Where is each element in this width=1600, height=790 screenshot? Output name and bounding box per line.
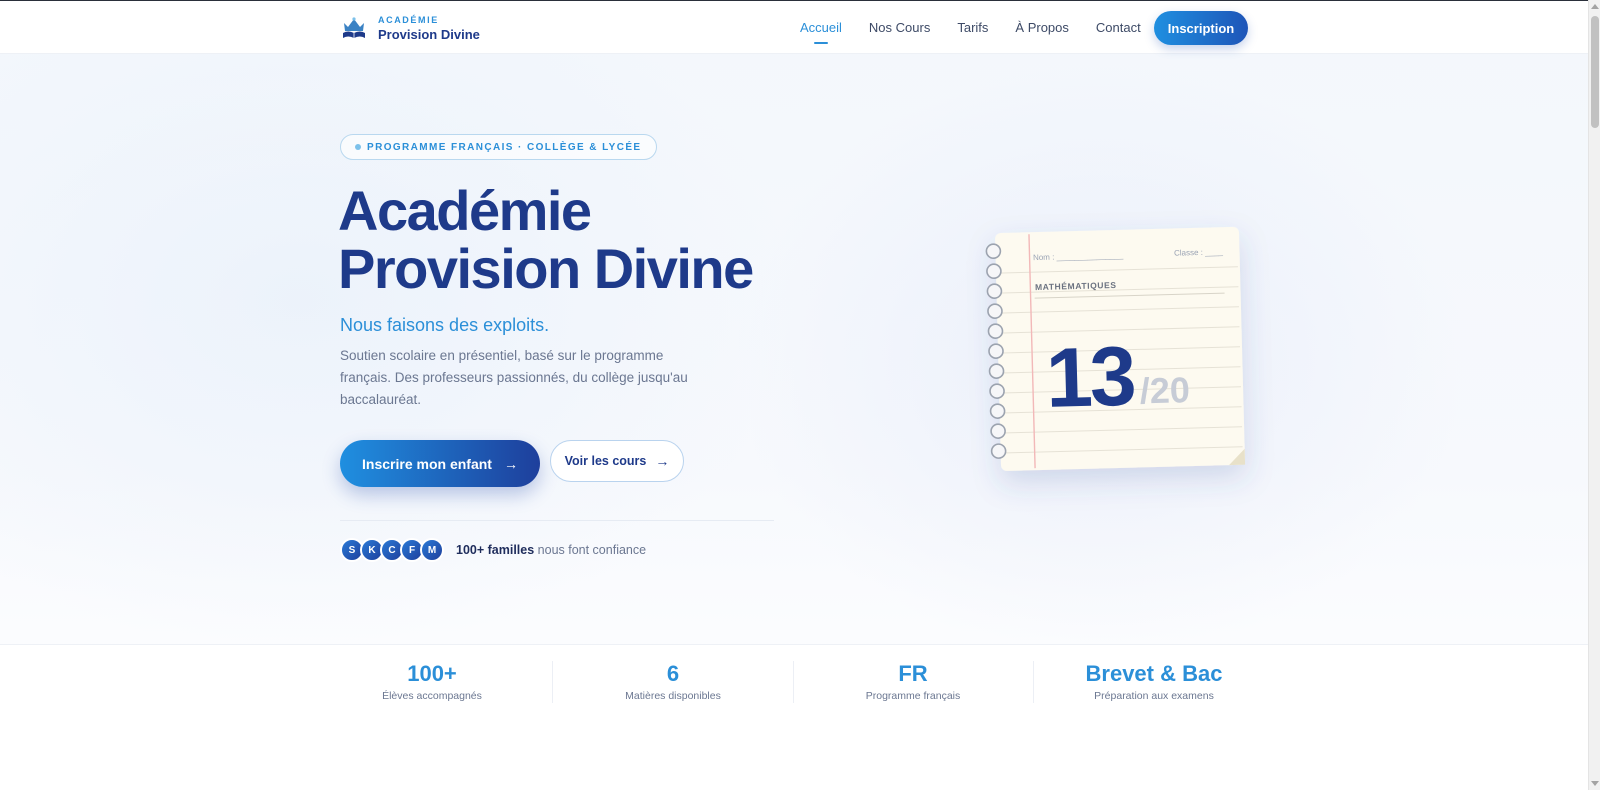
hero-title: Académie Provision Divine	[338, 182, 798, 298]
badge-text: PROGRAMME FRANÇAIS · COLLÈGE & LYCÉE	[367, 141, 642, 153]
scrollbar-thumb[interactable]	[1591, 16, 1599, 128]
inscription-button[interactable]: Inscription	[1154, 11, 1248, 45]
stat-label: Programme français	[865, 690, 961, 702]
page: ACADÉMIE Provision Divine Accueil Nos Co…	[0, 0, 1588, 790]
trust-text: 100+ familles nous font confiance	[456, 543, 646, 557]
nav-link-a-propos[interactable]: À Propos	[1015, 20, 1068, 35]
stat-value: 100+	[407, 661, 457, 686]
grade-max: /20	[1139, 369, 1191, 412]
brand[interactable]: ACADÉMIE Provision Divine	[340, 15, 480, 41]
hero-divider	[340, 520, 774, 521]
stat-label: Matières disponibles	[625, 690, 721, 702]
hero-title-line-2: Provision Divine	[338, 237, 754, 300]
stat-subjects: 6 Matières disponibles	[553, 661, 793, 702]
nav-links: Accueil Nos Cours Tarifs À Propos Contac…	[800, 1, 1168, 54]
stat-value: Brevet & Bac	[1085, 661, 1223, 686]
brand-eyebrow: ACADÉMIE	[378, 14, 439, 25]
nav-link-tarifs[interactable]: Tarifs	[957, 20, 988, 35]
notebook-grade: 13 /20	[1044, 328, 1191, 425]
stat-value: FR	[898, 661, 928, 686]
top-navbar: ACADÉMIE Provision Divine Accueil Nos Co…	[0, 1, 1588, 54]
hero-title-line-1: Académie	[338, 179, 592, 242]
nav-link-nos-cours[interactable]: Nos Cours	[869, 20, 930, 35]
nav-link-contact[interactable]: Contact	[1096, 20, 1141, 35]
arrow-right-icon: →	[655, 453, 670, 469]
scroll-up-arrow-icon[interactable]	[1591, 4, 1599, 9]
view-courses-label: Voir les cours	[564, 454, 647, 468]
vertical-scrollbar[interactable]	[1588, 0, 1600, 790]
stat-value: 6	[666, 661, 680, 686]
trust-row: S K C F M 100+ familles nous font confia…	[340, 538, 646, 562]
trust-rest: nous font confiance	[534, 543, 647, 557]
stat-program: FR Programme français	[793, 661, 1033, 702]
nav-link-accueil[interactable]: Accueil	[800, 20, 842, 35]
program-badge: PROGRAMME FRANÇAIS · COLLÈGE & LYCÉE	[340, 134, 657, 160]
hero-description: Soutien scolaire en présentiel, basé sur…	[340, 348, 688, 407]
view-courses-button[interactable]: Voir les cours →	[550, 440, 684, 482]
enroll-child-button[interactable]: Inscrire mon enfant →	[340, 440, 540, 487]
avatar-stack: S K C F M	[340, 538, 444, 562]
enroll-child-label: Inscrire mon enfant	[362, 455, 492, 472]
crown-book-logo-icon	[343, 17, 365, 38]
stat-label: Préparation aux examens	[1094, 690, 1214, 702]
badge-dot-icon	[355, 144, 361, 150]
brand-name: Provision Divine	[378, 26, 480, 42]
grade-score: 13	[1044, 328, 1135, 425]
avatar: M	[420, 538, 444, 562]
trust-count: 100+ familles	[456, 543, 535, 557]
stat-label: Élèves accompagnés	[382, 690, 482, 702]
arrow-right-icon: →	[503, 455, 518, 472]
scroll-down-arrow-icon[interactable]	[1591, 781, 1599, 786]
notebook-illustration: Nom : _______________ Classe : ____ MATH…	[985, 226, 1246, 472]
stat-students: 100+ Élèves accompagnés	[312, 661, 552, 702]
notebook-class-label: Classe : ____	[1173, 247, 1224, 258]
hero-tagline: Nous faisons des exploits.	[340, 315, 550, 335]
stats-bar: 100+ Élèves accompagnés 6 Matières dispo…	[0, 644, 1588, 790]
notebook-subject: MATHÉMATIQUES	[1034, 279, 1117, 293]
stat-exams: Brevet & Bac Préparation aux examens	[1034, 661, 1274, 702]
